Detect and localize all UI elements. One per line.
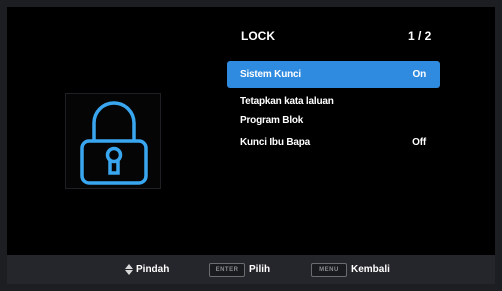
menu-item-sistem-kunci[interactable]: Sistem Kunci On bbox=[227, 61, 440, 88]
menu-item-kunci-ibu-bapa[interactable]: Kunci Ibu Bapa Off bbox=[227, 129, 440, 156]
menu-item-value: Off bbox=[412, 137, 426, 148]
hint-select: ENTER Pilih bbox=[209, 255, 270, 284]
menu-title: LOCK bbox=[241, 29, 275, 43]
footer-hint-bar: Pindah ENTER Pilih MENU Kembali bbox=[7, 255, 495, 284]
menu-item-label: Tetapkan kata laluan bbox=[240, 96, 334, 107]
menu-item-label: Sistem Kunci bbox=[240, 69, 301, 80]
hint-select-label: Pilih bbox=[249, 264, 271, 275]
hint-move: Pindah bbox=[125, 255, 169, 284]
menu-item-label: Kunci Ibu Bapa bbox=[240, 137, 310, 148]
hint-back: MENU Kembali bbox=[311, 255, 390, 284]
enter-key-icon: ENTER bbox=[209, 262, 245, 277]
menu-key-icon: MENU bbox=[311, 262, 347, 277]
menu-item-label: Program Blok bbox=[240, 115, 304, 126]
hint-back-label: Kembali bbox=[351, 264, 390, 275]
menu-item-value: On bbox=[412, 69, 427, 80]
up-down-arrows-icon bbox=[125, 264, 133, 275]
lock-illustration bbox=[65, 93, 161, 189]
page-indicator: 1 / 2 bbox=[408, 29, 432, 43]
padlock-icon bbox=[80, 101, 148, 185]
hint-move-label: Pindah bbox=[136, 264, 170, 275]
